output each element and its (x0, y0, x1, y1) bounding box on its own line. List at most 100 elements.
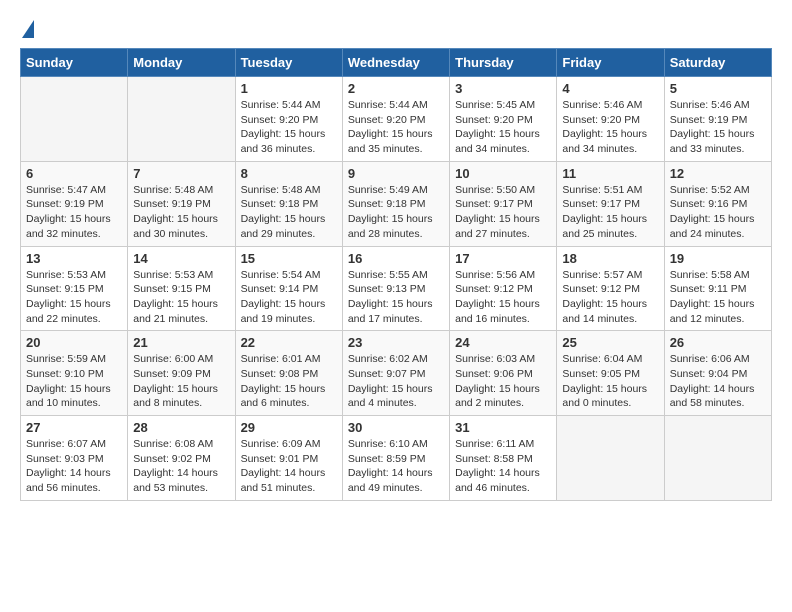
day-number: 5 (670, 81, 766, 96)
calendar-cell: 23Sunrise: 6:02 AMSunset: 9:07 PMDayligh… (342, 331, 449, 416)
calendar-table: SundayMondayTuesdayWednesdayThursdayFrid… (20, 48, 772, 501)
calendar-cell: 12Sunrise: 5:52 AMSunset: 9:16 PMDayligh… (664, 161, 771, 246)
calendar-week-row: 13 Sunrise: 5:53 AMSunset: 9:15 PMDayligh… (21, 246, 772, 331)
header-wednesday: Wednesday (342, 49, 449, 77)
day-number: 16 (348, 251, 444, 266)
calendar-cell: 18 Sunrise: 5:57 AMSunset: 9:12 PMDayligh… (557, 246, 664, 331)
header-thursday: Thursday (450, 49, 557, 77)
calendar-cell: 21 Sunrise: 6:00 AMSunset: 9:09 PMDayligh… (128, 331, 235, 416)
calendar-cell: 1 Sunrise: 5:44 AMSunset: 9:20 PMDaylight… (235, 77, 342, 162)
calendar-cell: 31 Sunrise: 6:11 AMSunset: 8:58 PMDayligh… (450, 416, 557, 501)
day-info: Sunrise: 5:53 AMSunset: 9:15 PMDaylight:… (133, 268, 229, 327)
calendar-week-row: 6 Sunrise: 5:47 AMSunset: 9:19 PMDaylight… (21, 161, 772, 246)
calendar-cell: 10 Sunrise: 5:50 AMSunset: 9:17 PMDayligh… (450, 161, 557, 246)
day-number: 10 (455, 166, 551, 181)
day-number: 25 (562, 335, 658, 350)
calendar-cell: 19 Sunrise: 5:58 AMSunset: 9:11 PMDayligh… (664, 246, 771, 331)
calendar-cell: 30 Sunrise: 6:10 AMSunset: 8:59 PMDayligh… (342, 416, 449, 501)
day-number: 24 (455, 335, 551, 350)
calendar-cell: 27Sunrise: 6:07 AMSunset: 9:03 PMDayligh… (21, 416, 128, 501)
calendar-cell: 20 Sunrise: 5:59 AMSunset: 9:10 PMDayligh… (21, 331, 128, 416)
day-number: 13 (26, 251, 122, 266)
calendar-cell: 29 Sunrise: 6:09 AMSunset: 9:01 PMDayligh… (235, 416, 342, 501)
calendar-cell: 25Sunrise: 6:04 AMSunset: 9:05 PMDayligh… (557, 331, 664, 416)
day-info: Sunrise: 6:09 AMSunset: 9:01 PMDaylight:… (241, 437, 337, 496)
calendar-cell: 14 Sunrise: 5:53 AMSunset: 9:15 PMDayligh… (128, 246, 235, 331)
day-info: Sunrise: 5:46 AMSunset: 9:19 PMDaylight:… (670, 98, 766, 157)
day-info: Sunrise: 6:06 AMSunset: 9:04 PMDaylight:… (670, 352, 766, 411)
calendar-cell: 2Sunrise: 5:44 AMSunset: 9:20 PMDaylight… (342, 77, 449, 162)
logo-icon (22, 20, 34, 38)
calendar-cell (128, 77, 235, 162)
day-info: Sunrise: 5:47 AMSunset: 9:19 PMDaylight:… (26, 183, 122, 242)
calendar-cell: 28 Sunrise: 6:08 AMSunset: 9:02 PMDayligh… (128, 416, 235, 501)
day-info: Sunrise: 5:54 AMSunset: 9:14 PMDaylight:… (241, 268, 337, 327)
day-info: Sunrise: 5:53 AMSunset: 9:15 PMDaylight:… (26, 268, 122, 327)
calendar-cell: 26 Sunrise: 6:06 AMSunset: 9:04 PMDayligh… (664, 331, 771, 416)
day-info: Sunrise: 5:57 AMSunset: 9:12 PMDaylight:… (562, 268, 658, 327)
calendar-cell: 5 Sunrise: 5:46 AMSunset: 9:19 PMDaylight… (664, 77, 771, 162)
day-number: 26 (670, 335, 766, 350)
day-number: 14 (133, 251, 229, 266)
day-info: Sunrise: 6:00 AMSunset: 9:09 PMDaylight:… (133, 352, 229, 411)
day-number: 6 (26, 166, 122, 181)
day-number: 30 (348, 420, 444, 435)
day-info: Sunrise: 5:58 AMSunset: 9:11 PMDaylight:… (670, 268, 766, 327)
day-info: Sunrise: 5:44 AMSunset: 9:20 PMDaylight:… (348, 98, 444, 157)
calendar-cell: 22 Sunrise: 6:01 AMSunset: 9:08 PMDayligh… (235, 331, 342, 416)
calendar-week-row: 27Sunrise: 6:07 AMSunset: 9:03 PMDayligh… (21, 416, 772, 501)
day-info: Sunrise: 5:50 AMSunset: 9:17 PMDaylight:… (455, 183, 551, 242)
day-number: 21 (133, 335, 229, 350)
day-number: 20 (26, 335, 122, 350)
day-number: 15 (241, 251, 337, 266)
calendar-cell (557, 416, 664, 501)
day-number: 27 (26, 420, 122, 435)
calendar-cell: 13 Sunrise: 5:53 AMSunset: 9:15 PMDayligh… (21, 246, 128, 331)
day-info: Sunrise: 5:46 AMSunset: 9:20 PMDaylight:… (562, 98, 658, 157)
day-number: 18 (562, 251, 658, 266)
calendar-cell (664, 416, 771, 501)
calendar-cell: 9 Sunrise: 5:49 AMSunset: 9:18 PMDaylight… (342, 161, 449, 246)
header-saturday: Saturday (664, 49, 771, 77)
calendar-header-row: SundayMondayTuesdayWednesdayThursdayFrid… (21, 49, 772, 77)
calendar-week-row: 1 Sunrise: 5:44 AMSunset: 9:20 PMDaylight… (21, 77, 772, 162)
day-info: Sunrise: 5:55 AMSunset: 9:13 PMDaylight:… (348, 268, 444, 327)
day-number: 31 (455, 420, 551, 435)
day-number: 1 (241, 81, 337, 96)
day-number: 11 (562, 166, 658, 181)
day-info: Sunrise: 5:56 AMSunset: 9:12 PMDaylight:… (455, 268, 551, 327)
day-number: 8 (241, 166, 337, 181)
day-number: 22 (241, 335, 337, 350)
calendar-cell: 24 Sunrise: 6:03 AMSunset: 9:06 PMDayligh… (450, 331, 557, 416)
day-info: Sunrise: 5:51 AMSunset: 9:17 PMDaylight:… (562, 183, 658, 242)
day-number: 28 (133, 420, 229, 435)
day-info: Sunrise: 5:59 AMSunset: 9:10 PMDaylight:… (26, 352, 122, 411)
calendar-cell: 6 Sunrise: 5:47 AMSunset: 9:19 PMDaylight… (21, 161, 128, 246)
header-friday: Friday (557, 49, 664, 77)
calendar-cell: 4 Sunrise: 5:46 AMSunset: 9:20 PMDaylight… (557, 77, 664, 162)
day-info: Sunrise: 5:48 AMSunset: 9:18 PMDaylight:… (241, 183, 337, 242)
day-info: Sunrise: 6:10 AMSunset: 8:59 PMDaylight:… (348, 437, 444, 496)
calendar-cell: 15 Sunrise: 5:54 AMSunset: 9:14 PMDayligh… (235, 246, 342, 331)
day-info: Sunrise: 5:49 AMSunset: 9:18 PMDaylight:… (348, 183, 444, 242)
day-info: Sunrise: 5:44 AMSunset: 9:20 PMDaylight:… (241, 98, 337, 157)
calendar-cell: 8 Sunrise: 5:48 AMSunset: 9:18 PMDaylight… (235, 161, 342, 246)
calendar-cell: 16 Sunrise: 5:55 AMSunset: 9:13 PMDayligh… (342, 246, 449, 331)
day-info: Sunrise: 6:03 AMSunset: 9:06 PMDaylight:… (455, 352, 551, 411)
day-number: 7 (133, 166, 229, 181)
day-info: Sunrise: 5:52 AMSunset: 9:16 PMDaylight:… (670, 183, 766, 242)
day-number: 4 (562, 81, 658, 96)
header-monday: Monday (128, 49, 235, 77)
day-number: 23 (348, 335, 444, 350)
calendar-cell: 3Sunrise: 5:45 AMSunset: 9:20 PMDaylight… (450, 77, 557, 162)
calendar-cell: 7Sunrise: 5:48 AMSunset: 9:19 PMDaylight… (128, 161, 235, 246)
day-info: Sunrise: 6:08 AMSunset: 9:02 PMDaylight:… (133, 437, 229, 496)
day-number: 29 (241, 420, 337, 435)
day-info: Sunrise: 6:11 AMSunset: 8:58 PMDaylight:… (455, 437, 551, 496)
header-tuesday: Tuesday (235, 49, 342, 77)
day-number: 9 (348, 166, 444, 181)
day-info: Sunrise: 6:01 AMSunset: 9:08 PMDaylight:… (241, 352, 337, 411)
day-number: 19 (670, 251, 766, 266)
calendar-cell (21, 77, 128, 162)
calendar-cell: 11 Sunrise: 5:51 AMSunset: 9:17 PMDayligh… (557, 161, 664, 246)
